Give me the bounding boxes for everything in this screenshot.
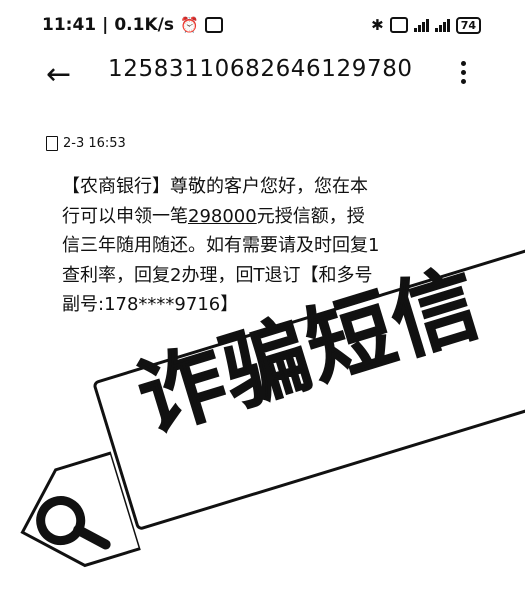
app-bar: ← 12583110682646129780 [0,46,525,102]
sender-number: 12583110682646129780 [108,56,413,82]
network-speed: 0.1K/s [114,15,174,35]
message-amount-link[interactable]: 298000 [188,206,257,227]
signal-icon [413,18,429,32]
bluetooth-icon: ✱ [371,16,384,34]
app-icon [204,17,223,33]
status-bar: 11:41 | 0.1K/s ⏰ ✱ 74 [0,0,525,50]
battery-icon: 74 [455,16,481,34]
status-right: ✱ 74 [371,16,481,34]
status-time: 11:41 [42,15,97,35]
message-timestamp: 2-3 16:53 [63,136,126,151]
status-divider: | [102,15,109,35]
alarm-icon: ⏰ [179,16,199,34]
sim-card-icon [46,136,58,151]
message-meta: 2-3 16:53 [46,136,126,151]
signal-icon-2 [434,18,450,32]
back-arrow-icon[interactable]: ← [46,60,71,90]
status-left: 11:41 | 0.1K/s ⏰ [42,15,223,35]
vibrate-icon [389,17,408,33]
more-menu-icon[interactable] [461,61,467,84]
